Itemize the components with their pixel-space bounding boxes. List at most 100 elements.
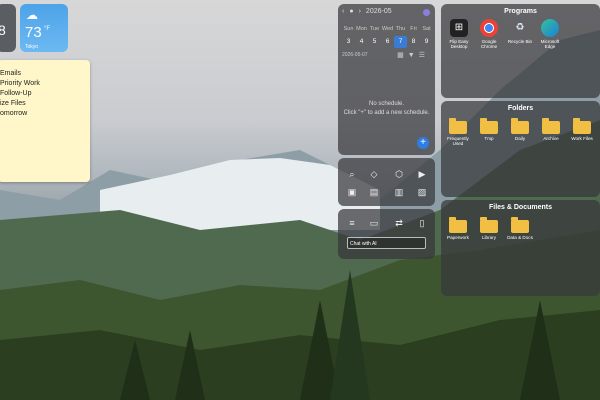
note-line: Emails	[0, 70, 22, 77]
grid-view-icon[interactable]: ▦	[397, 52, 408, 59]
trash-icon[interactable]: ▯	[416, 217, 428, 229]
note-line: ize Files	[0, 100, 26, 107]
folder-label: Data & Docs	[507, 235, 533, 240]
folder-icon	[511, 217, 529, 233]
folder-label: Frequently Used	[447, 136, 469, 146]
empty-title: No schedule.	[368, 101, 405, 107]
app-label: Recycle Bin	[507, 39, 533, 44]
folder-label: Paperwork	[447, 235, 469, 240]
media-icon[interactable]: ▶	[416, 168, 428, 180]
app-edge[interactable]: Microsoft Edge	[535, 19, 565, 49]
date-cell[interactable]: 8	[407, 36, 420, 48]
folder-icon[interactable]: ▥	[393, 186, 405, 198]
folders-title: Folders	[507, 105, 534, 112]
search-icon[interactable]: ⌕	[346, 168, 358, 180]
box-icon[interactable]: ⬡	[393, 168, 405, 180]
weather-temperature: 73	[25, 24, 42, 41]
calendar-settings-icon[interactable]	[423, 9, 430, 16]
folder-icon	[573, 118, 591, 134]
edge-icon	[541, 19, 559, 37]
weekday: Thu	[395, 26, 406, 32]
app-recycle-bin[interactable]: ♻ Recycle Bin	[505, 19, 535, 44]
weekday: Tue	[369, 26, 380, 32]
selected-date: 2026-05-07	[342, 52, 368, 58]
folder-label: Library	[481, 235, 497, 240]
folder-icon	[511, 118, 529, 134]
folder-library[interactable]: Library	[474, 217, 504, 240]
calendar-tools: ▦▼☰	[397, 51, 429, 59]
programs-title: Programs	[504, 8, 537, 15]
app-label: Flip Easy Desktop	[449, 39, 469, 49]
files-documents-group: Files & Documents Paperwork Library Data…	[441, 200, 600, 296]
note-line: omorrow	[0, 110, 28, 117]
files-title: Files & Documents	[488, 204, 552, 211]
folder-archive[interactable]: Archive	[536, 118, 566, 141]
date-cell[interactable]: 5	[368, 36, 381, 48]
folder-label: Daily	[514, 136, 526, 141]
ai-panel: ≡ ▭ ⇄ ▯ Chat with AI	[338, 209, 435, 259]
folder-tmp[interactable]: Tmp	[474, 118, 504, 141]
weekday-row: Sun Mon Tue Wed Thu Fri Sat	[342, 26, 433, 32]
folder-work-files[interactable]: Work Files	[567, 118, 597, 141]
menu-icon[interactable]: ☰	[419, 52, 429, 59]
folder-icon	[542, 118, 560, 134]
folder-icon	[480, 118, 498, 134]
add-schedule-button[interactable]: +	[417, 137, 429, 149]
note-line: Priority Work	[0, 80, 40, 87]
schedule-empty-state: No schedule. Click "+" to add a new sche…	[338, 100, 435, 118]
folders-group: Folders Frequently Used Tmp Daily Archiv…	[441, 101, 600, 197]
clock-widget[interactable]: 8	[0, 4, 16, 52]
weekday: Sun	[343, 26, 354, 32]
calendar-month: 2026-05	[365, 8, 392, 15]
window-icon[interactable]: ▣	[346, 186, 358, 198]
weekday: Sat	[422, 26, 431, 32]
folder-data-docs[interactable]: Data & Docs	[505, 217, 535, 240]
chat-input[interactable]: Chat with AI	[347, 237, 426, 249]
calendar-widget: ‹ ● › 2026-05 Sun Mon Tue Wed Thu Fri Sa…	[338, 4, 435, 155]
folder-icon	[449, 217, 467, 233]
sticky-note[interactable]: Emails Priority Work Follow-Up ize Files…	[0, 60, 90, 182]
weekday: Fri	[410, 26, 417, 32]
folder-label: Archive	[543, 136, 559, 141]
recycle-bin-icon: ♻	[515, 22, 525, 33]
filter-icon[interactable]: ▼	[408, 52, 419, 59]
folder-icon	[449, 118, 467, 134]
date-cell[interactable]: 9	[420, 36, 433, 48]
folder-icon	[480, 217, 498, 233]
app-label: Microsoft Edge	[540, 39, 560, 49]
date-cell-selected[interactable]: 7	[394, 36, 407, 48]
weather-widget[interactable]: ☁ 73 °F Tokyo	[20, 4, 68, 52]
chrome-icon	[480, 19, 498, 37]
flip-icon: ⊞	[450, 19, 468, 37]
next-month-icon[interactable]: ›	[359, 8, 361, 15]
empty-hint: Click "+" to add a new schedule.	[343, 110, 430, 116]
stack-icon[interactable]: ≡	[346, 217, 358, 229]
note-line: Follow-Up	[0, 90, 32, 97]
today-dot-icon[interactable]: ●	[349, 8, 353, 15]
image-icon[interactable]: ▨	[416, 186, 428, 198]
prev-month-icon[interactable]: ‹	[342, 8, 344, 15]
weekday: Mon	[356, 26, 367, 32]
date-cell[interactable]: 6	[381, 36, 394, 48]
share-icon[interactable]: ⇄	[393, 217, 405, 229]
programs-group: Programs ⊞ Flip Easy Desktop Google Chro…	[441, 4, 600, 98]
date-cell[interactable]: 4	[355, 36, 368, 48]
folder-paperwork[interactable]: Paperwork	[443, 217, 473, 240]
document-icon[interactable]: ▤	[368, 186, 380, 198]
folder-frequently-used[interactable]: Frequently Used	[443, 118, 473, 146]
weather-cloud-icon: ☁	[26, 8, 38, 22]
app-chrome[interactable]: Google Chrome	[474, 19, 504, 49]
folder-label: Work Files	[571, 136, 593, 141]
date-cell[interactable]: 3	[342, 36, 355, 48]
screen-icon[interactable]: ▭	[368, 217, 380, 229]
folder-daily[interactable]: Daily	[505, 118, 535, 141]
clock-value: 8	[0, 22, 6, 38]
weekday: Wed	[381, 26, 394, 32]
folder-label: Tmp	[484, 136, 494, 141]
weather-unit: °F	[44, 26, 51, 32]
cube-icon[interactable]: ◇	[368, 168, 380, 180]
weather-city: Tokyo	[25, 44, 39, 50]
tools-widget: ⌕ ◇ ⬡ ▶ ▣ ▤ ▥ ▨	[338, 158, 435, 206]
calendar-header: ‹ ● › 2026-05	[342, 8, 392, 15]
app-flip-easy[interactable]: ⊞ Flip Easy Desktop	[444, 19, 474, 49]
